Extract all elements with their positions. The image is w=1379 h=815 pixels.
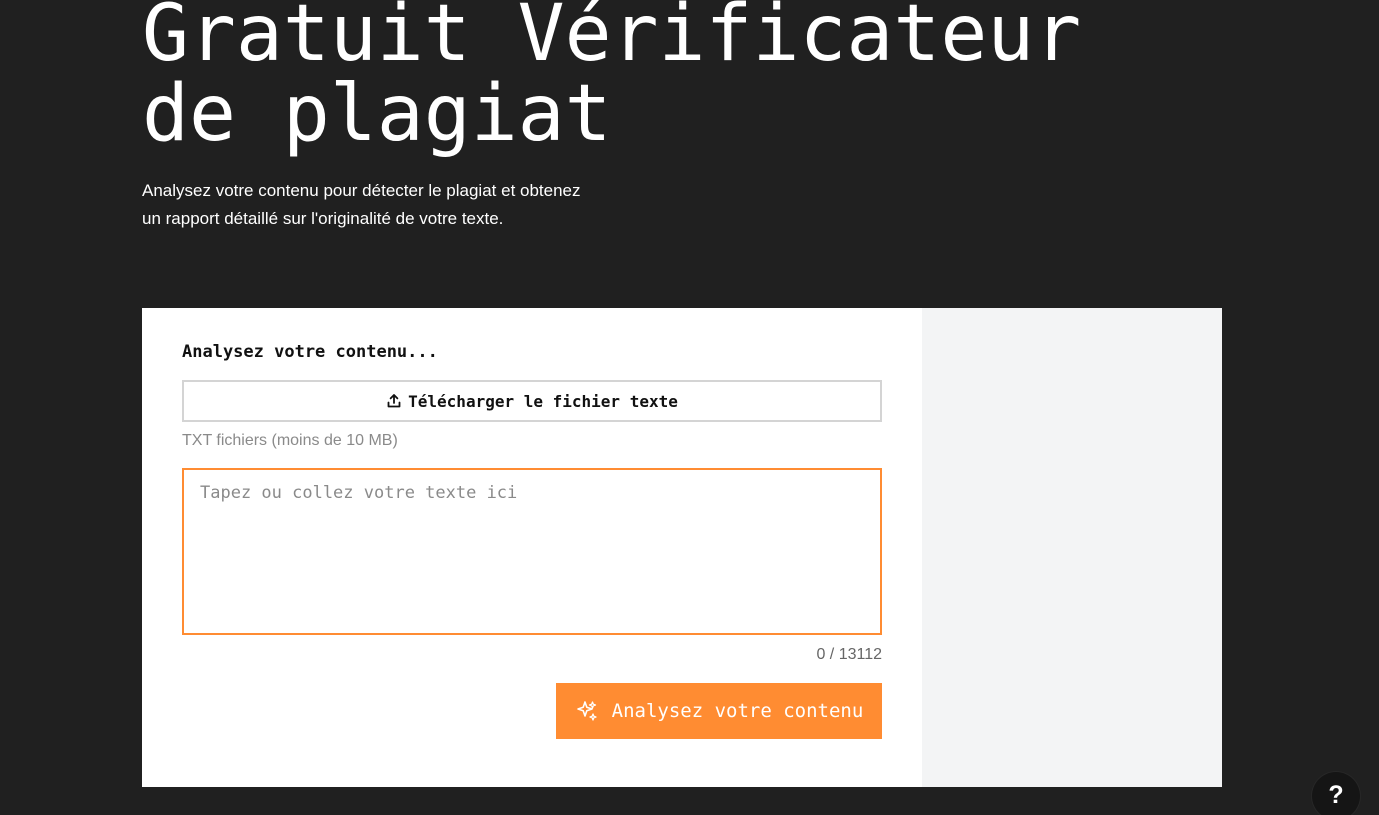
page-title: Gratuit Vérificateur de plagiat <box>142 0 1082 159</box>
analyze-content-button[interactable]: Analysez votre contenu <box>556 683 882 739</box>
file-upload-hint: TXT fichiers (moins de 10 MB) <box>182 432 398 449</box>
analyze-content-label: Analysez votre contenu <box>611 700 864 722</box>
content-analysis-card: Analysez votre contenu... Télécharger le… <box>142 308 1222 787</box>
plagiarism-checker-page: Gratuit Vérificateur de plagiat Analysez… <box>0 0 1379 815</box>
character-count: 0 / 13112 <box>816 646 882 663</box>
results-side-panel <box>922 308 1222 787</box>
sparkle-icon <box>575 699 599 723</box>
help-icon: ? <box>1328 780 1344 809</box>
upload-icon <box>386 393 402 409</box>
upload-text-file-button[interactable]: Télécharger le fichier texte <box>182 380 882 422</box>
content-analysis-heading: Analysez votre contenu... <box>182 342 438 362</box>
text-input[interactable] <box>182 468 882 635</box>
help-button[interactable]: ? <box>1312 772 1360 815</box>
upload-text-file-label: Télécharger le fichier texte <box>408 391 678 411</box>
page-subtitle: Analysez votre contenu pour détecter le … <box>142 181 581 228</box>
content-analysis-form: Analysez votre contenu... Télécharger le… <box>142 308 922 787</box>
